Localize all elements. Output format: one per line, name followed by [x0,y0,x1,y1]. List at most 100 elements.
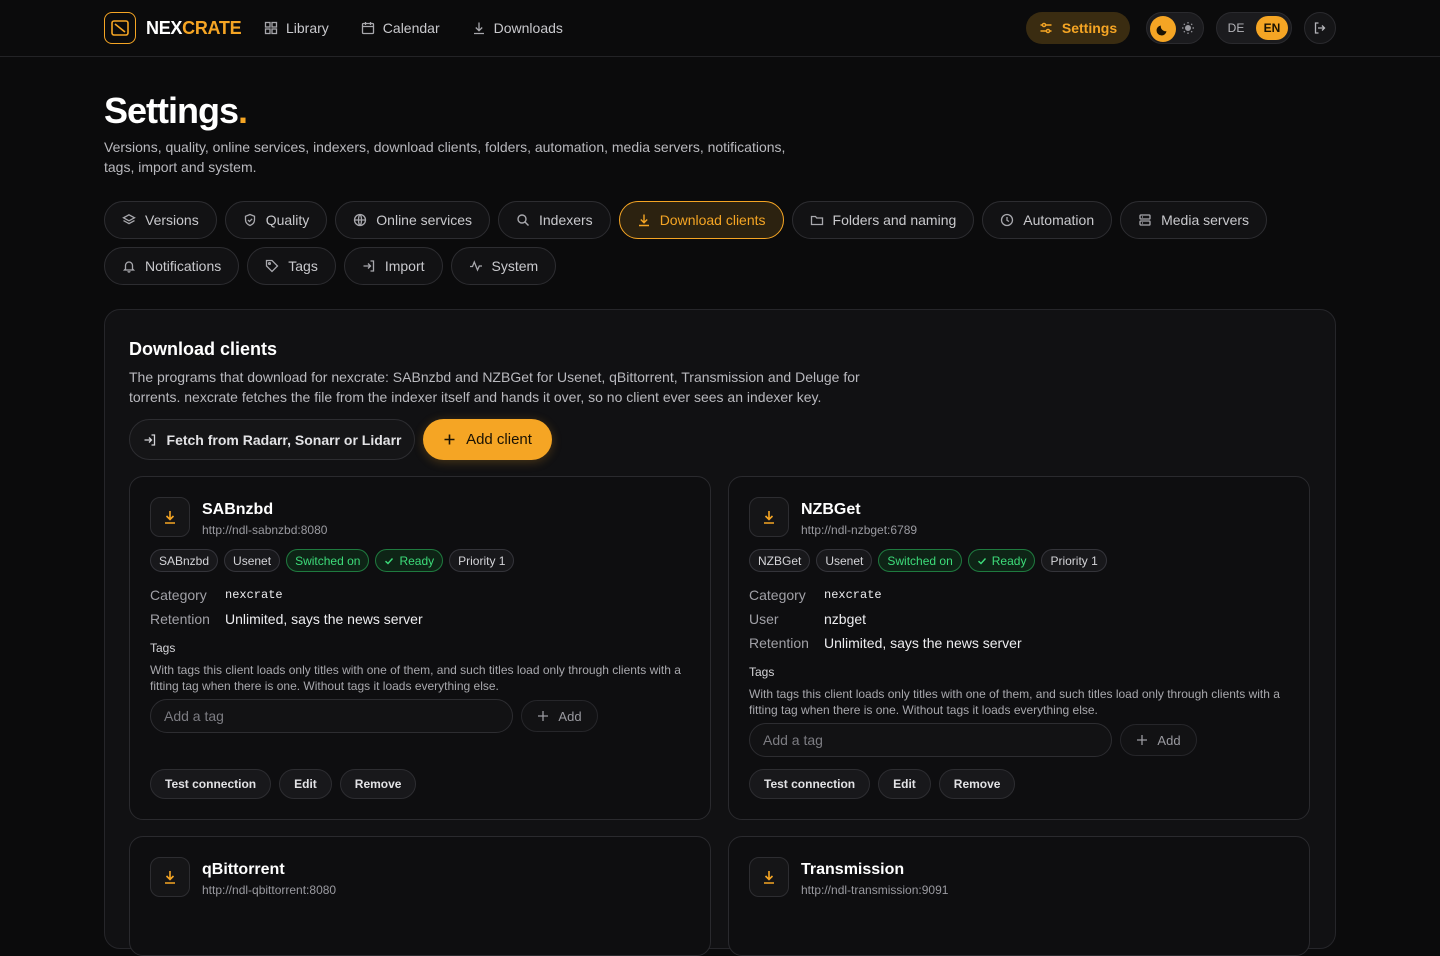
activity-icon [469,259,483,273]
tab-notifications[interactable]: Notifications [104,247,240,285]
prop-value: nzbget [824,611,867,627]
logout-icon [1313,21,1327,35]
tab-automation[interactable]: Automation [982,201,1113,239]
panel-title: Download clients [129,339,278,359]
logout-button[interactable] [1304,12,1336,44]
fetch-from-arr-button[interactable]: Fetch from Radarr, Sonarr or Lidarr [129,419,415,460]
download-icon [472,21,486,35]
status-badge: Ready [967,549,1036,572]
plus-icon [537,710,549,722]
tag-icon [265,259,279,273]
settings-button-label: Settings [1061,20,1118,36]
client-actions: Test connection Edit Remove [150,769,417,799]
client-properties: Category nexcrate Retention Unlimited, say… [150,583,423,631]
download-icon [150,497,190,537]
prop-value: Unlimited, says the news server [824,635,1022,651]
plus-icon [443,433,456,446]
tab-online-services-label: Online services [376,212,472,228]
client-name: Transmission [801,861,905,878]
tab-import[interactable]: Import [343,247,443,285]
main-nav: Library Calendar Downloads [264,16,563,40]
add-tag-button[interactable]: Add [1120,724,1197,756]
nav-library-label: Library [286,20,329,36]
tab-notifications-label: Notifications [145,258,222,274]
settings-tabs: Versions Quality Online services Indexer… [104,201,1336,285]
sun-icon[interactable] [1181,21,1195,35]
panel-description: The programs that download for nexcrate:… [129,369,860,405]
client-name: qBittorrent [202,861,285,878]
tab-quality[interactable]: Quality [224,201,328,239]
protocol-badge: Usenet [816,549,873,572]
test-connection-button[interactable]: Test connection [150,769,272,799]
download-icon [749,497,789,537]
tag-input[interactable]: Add a tag [749,723,1112,757]
brand-name[interactable]: NEXCRATE [146,17,242,39]
lang-de[interactable]: DE [1220,16,1252,40]
tab-tags[interactable]: Tags [247,247,336,285]
client-properties: Category nexcrate User nzbget Retention Unl… [749,583,1022,655]
bell-icon [122,259,136,273]
server-icon [1138,213,1152,227]
client-badges: NZBGet Usenet Switched on Ready Priority… [749,549,1107,572]
edit-button[interactable]: Edit [878,769,931,799]
lang-en[interactable]: EN [1256,16,1288,40]
tab-media-servers[interactable]: Media servers [1120,201,1268,239]
client-url: http://ndl-sabnzbd:8080 [202,523,328,537]
client-card-qbittorrent: qBittorrent http://ndl-qbittorrent:8080 [129,836,711,956]
edit-button[interactable]: Edit [279,769,332,799]
remove-button[interactable]: Remove [339,769,417,799]
prop-value: Unlimited, says the news server [225,611,423,627]
prop-key: Retention [150,611,210,627]
moon-icon[interactable] [1150,16,1176,42]
tab-indexers[interactable]: Indexers [497,201,611,239]
enabled-badge: Switched on [286,549,370,572]
language-switch: DE EN [1216,12,1292,44]
type-badge: SABnzbd [150,549,219,572]
tab-import-label: Import [384,258,425,274]
client-name: NZBGet [801,501,861,518]
nav-downloads[interactable]: Downloads [472,16,563,40]
tags-help: With tags this client loads only titles … [150,663,681,693]
tab-automation-label: Automation [1023,212,1095,228]
remove-button[interactable]: Remove [938,769,1016,799]
nav-calendar[interactable]: Calendar [361,16,440,40]
tab-system[interactable]: System [450,247,557,285]
test-connection-button[interactable]: Test connection [749,769,871,799]
page-subtitle: Versions, quality, online services, inde… [104,139,786,175]
tab-download-clients[interactable]: Download clients [618,201,784,239]
download-icon [637,213,651,227]
tab-folders-and-naming[interactable]: Folders and naming [791,201,975,239]
shield-icon [243,213,257,227]
priority-badge: Priority 1 [1041,549,1107,572]
enabled-badge: Switched on [878,549,962,572]
clock-icon [1000,213,1014,227]
prop-category: Category nexcrate [150,583,423,607]
prop-key: User [749,611,779,627]
tags-help: With tags this client loads only titles … [749,687,1280,717]
client-card-sabnzbd: SABnzbd http://ndl-sabnzbd:8080 SABnzbd … [129,476,711,820]
prop-key: Category [150,587,207,603]
add-tag-button[interactable]: Add [521,700,598,732]
check-icon [977,556,987,566]
theme-toggle[interactable] [1146,12,1204,44]
logo-icon[interactable] [104,12,136,44]
client-badges: SABnzbd Usenet Switched on Ready Priorit… [150,549,515,572]
page-title: Settings. [104,90,248,131]
settings-button[interactable]: Settings [1026,12,1130,44]
add-client-button[interactable]: Add client [423,419,552,460]
prop-value: nexcrate [225,588,283,602]
tab-system-label: System [491,258,539,274]
tag-input[interactable]: Add a tag [150,699,513,733]
tab-media-servers-label: Media servers [1161,212,1250,228]
tab-online-services[interactable]: Online services [335,201,490,239]
calendar-icon [361,21,375,35]
nav-library[interactable]: Library [264,16,329,40]
client-url: http://ndl-nzbget:6789 [801,523,918,537]
prop-key: Category [749,587,806,603]
tab-versions-label: Versions [145,212,199,228]
tab-download-clients-label: Download clients [659,212,766,228]
tab-versions[interactable]: Versions [104,201,217,239]
prop-retention: Retention Unlimited, says the news server [749,631,1022,655]
client-actions: Test connection Edit Remove [749,769,1016,799]
tags-label: Tags [749,665,775,679]
